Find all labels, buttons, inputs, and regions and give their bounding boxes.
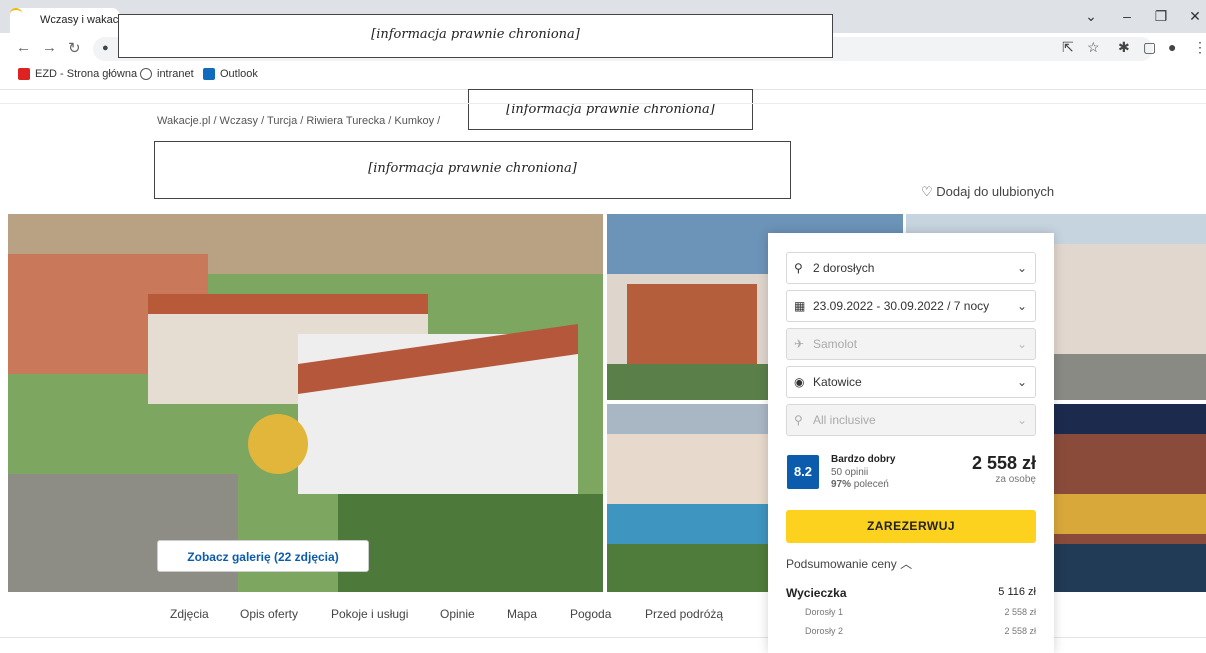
- rating-label: Bardzo dobry: [831, 454, 896, 465]
- price-unit: za osobę: [995, 474, 1036, 485]
- tab-rooms[interactable]: Pokoje i usługi: [331, 607, 408, 621]
- share-icon[interactable]: ⇱: [1062, 39, 1074, 56]
- main-hotel-photo[interactable]: [8, 214, 603, 592]
- reload-icon[interactable]: ↻: [68, 39, 81, 57]
- trip-label: Wycieczka: [786, 586, 847, 600]
- tab-before-trip[interactable]: Przed podróżą: [645, 607, 723, 621]
- tab-description[interactable]: Opis oferty: [240, 607, 298, 621]
- page-divider: [0, 103, 1206, 104]
- line-value: 2 558 zł: [1004, 607, 1036, 617]
- book-button[interactable]: ZAREZERWUJ: [786, 510, 1036, 543]
- price-summary-toggle[interactable]: Podsumowanie ceny ︿: [786, 555, 912, 572]
- redaction-box: [informacja prawnie chroniona]: [154, 141, 791, 199]
- tab-weather[interactable]: Pogoda: [570, 607, 611, 621]
- line-label: Dorosły 2: [805, 626, 844, 636]
- person-icon: ⚲: [794, 261, 803, 275]
- rating-score: 8.2: [787, 455, 819, 489]
- forward-icon[interactable]: →: [42, 39, 57, 56]
- lock-icon: ●: [102, 42, 109, 54]
- bookmark-star-icon[interactable]: ☆: [1087, 39, 1100, 56]
- bookmark-ezd[interactable]: EZD - Strona główna: [18, 68, 137, 80]
- gallery-button[interactable]: Zobacz galerię (22 zdjęcia): [157, 540, 369, 572]
- booking-panel: ⚲ 2 dorosłych ⌄ ▦ 23.09.2022 - 30.09.2022 /…: [768, 233, 1054, 653]
- recommend-rate: 97% poleceń: [831, 479, 889, 490]
- globe-icon: [140, 68, 152, 80]
- redaction-box: [informacja prawnie chroniona]: [118, 14, 833, 58]
- tab-favicon-icon: [10, 8, 22, 18]
- transport-select: ✈ Samolot ⌄: [786, 328, 1036, 360]
- side-panel-icon[interactable]: ▢: [1143, 39, 1156, 56]
- chevron-down-icon: ⌄: [1016, 261, 1027, 275]
- breadcrumb[interactable]: Wakacje.pl / Wczasy / Turcja / Riwiera T…: [157, 115, 440, 127]
- minimize-icon[interactable]: –: [1112, 8, 1142, 24]
- line-value: 2 558 zł: [1004, 626, 1036, 636]
- add-favorite-button[interactable]: ♡ Dodaj do ulubionych: [921, 184, 1054, 200]
- reviews-count[interactable]: 50 opinii: [831, 467, 868, 478]
- trip-total: 5 116 zł: [998, 586, 1036, 598]
- chevron-down-icon: ⌄: [1016, 413, 1027, 427]
- heart-icon: ♡: [921, 184, 933, 199]
- redaction-box: [informacja prawnie chroniona]: [468, 89, 753, 130]
- chevron-down-icon: ⌄: [1016, 375, 1027, 389]
- ezd-icon: [18, 68, 30, 80]
- chevron-up-icon: ︿: [900, 557, 913, 571]
- chevron-down-icon: ⌄: [1016, 337, 1027, 351]
- bookmark-intranet[interactable]: intranet: [140, 68, 194, 80]
- plane-icon: ✈: [794, 337, 805, 351]
- departure-select[interactable]: ◉ Katowice ⌄: [786, 366, 1036, 398]
- cutlery-icon: ⚲: [794, 413, 803, 427]
- tab-photos[interactable]: Zdjęcia: [170, 607, 209, 621]
- bookmark-outlook[interactable]: Outlook: [203, 68, 258, 80]
- back-icon[interactable]: ←: [16, 39, 31, 56]
- close-window-icon[interactable]: ✕: [1180, 8, 1206, 25]
- calendar-icon: ▦: [794, 299, 806, 313]
- profile-icon[interactable]: ●: [1168, 39, 1176, 55]
- tab-title: Wczasy i wakacje z: [40, 14, 120, 26]
- browser-tab[interactable]: Wczasy i wakacje z: [10, 8, 120, 33]
- line-label: Dorosły 1: [805, 607, 844, 617]
- board-select: ⚲ All inclusive ⌄: [786, 404, 1036, 436]
- location-pin-icon: ◉: [794, 375, 805, 389]
- guests-select[interactable]: ⚲ 2 dorosłych ⌄: [786, 252, 1036, 284]
- chevron-down-icon: ⌄: [1016, 299, 1027, 313]
- tab-search-chevron-icon[interactable]: ⌄: [1076, 8, 1106, 25]
- tab-map[interactable]: Mapa: [507, 607, 537, 621]
- extensions-icon[interactable]: ✱: [1118, 39, 1130, 56]
- tab-reviews[interactable]: Opinie: [440, 607, 475, 621]
- dates-select[interactable]: ▦ 23.09.2022 - 30.09.2022 / 7 nocy ⌄: [786, 290, 1036, 322]
- outlook-icon: [203, 68, 215, 80]
- restore-icon[interactable]: ❐: [1146, 8, 1176, 25]
- price: 2 558 zł: [971, 453, 1036, 473]
- menu-icon[interactable]: ⋮: [1193, 39, 1206, 56]
